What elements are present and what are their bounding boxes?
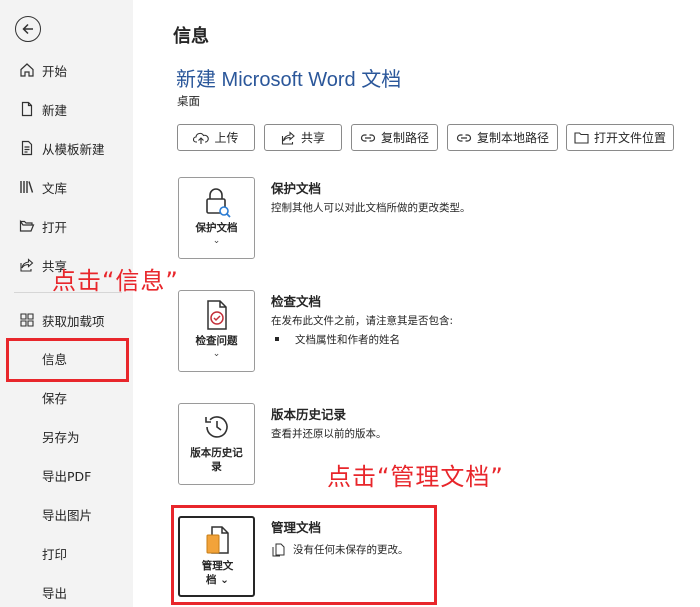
version-history-tile-label-1: 版本历史记 bbox=[190, 447, 243, 459]
copy-path-button[interactable]: 复制路径 bbox=[351, 124, 438, 151]
bullet-marker bbox=[275, 337, 279, 341]
document-title: 新建 Microsoft Word 文档 bbox=[176, 69, 402, 91]
highlight-box-info bbox=[6, 338, 129, 382]
chevron-down-icon: ⌄ bbox=[212, 236, 221, 246]
folder-open-icon bbox=[18, 217, 36, 235]
open-file-location-button[interactable]: 打开文件位置 bbox=[566, 124, 674, 151]
sidebar-item-label: 导出PDF bbox=[42, 468, 92, 484]
protect-document-tile-label: 保护文档 bbox=[195, 222, 238, 234]
protect-document-title: 保护文档 bbox=[271, 181, 322, 196]
sidebar-item-new-from-template[interactable]: 从模板新建 bbox=[0, 130, 133, 166]
sidebar-item-label: 另存为 bbox=[42, 429, 80, 445]
sidebar-item-library[interactable]: 文库 bbox=[0, 169, 133, 205]
check-for-issues-tile-label: 检查问题 bbox=[195, 335, 238, 347]
sidebar-item-get-add-ins[interactable]: 获取加载项 bbox=[0, 302, 133, 338]
copy-local-path-button[interactable]: 复制本地路径 bbox=[447, 124, 558, 151]
highlight-box-manage-document bbox=[171, 505, 437, 605]
sidebar-item-new[interactable]: 新建 bbox=[0, 91, 133, 127]
share-button[interactable]: 共享 bbox=[264, 124, 342, 151]
sidebar-item-home[interactable]: 开始 bbox=[0, 52, 133, 88]
template-icon bbox=[18, 139, 36, 157]
sidebar-item-label: 打开 bbox=[42, 219, 68, 235]
share-icon bbox=[281, 130, 295, 145]
add-ins-icon bbox=[18, 311, 36, 329]
new-document-icon bbox=[18, 100, 36, 118]
sidebar-item-label: 新建 bbox=[42, 102, 68, 118]
upload-button[interactable]: 上传 bbox=[177, 124, 255, 151]
check-for-issues-button[interactable]: 检查问题 ⌄ bbox=[178, 290, 255, 372]
inspect-document-icon bbox=[179, 299, 254, 331]
link-icon bbox=[456, 133, 472, 142]
sidebar-item-label: 开始 bbox=[42, 63, 68, 79]
sidebar-item-label: 文库 bbox=[42, 180, 68, 196]
chevron-down-icon: ⌄ bbox=[212, 349, 221, 359]
annotation-click-info: 点击“信息” bbox=[52, 267, 179, 295]
folder-icon bbox=[574, 132, 589, 144]
document-location: 桌面 bbox=[177, 94, 200, 108]
sidebar-item-save[interactable]: 保存 bbox=[0, 379, 133, 415]
sidebar-item-label: 导出图片 bbox=[42, 507, 93, 523]
sidebar-item-export-pdf[interactable]: 导出PDF bbox=[0, 457, 133, 493]
copy-local-path-label: 复制本地路径 bbox=[476, 131, 549, 145]
sidebar-item-open[interactable]: 打开 bbox=[0, 208, 133, 244]
sidebar-item-export-image[interactable]: 导出图片 bbox=[0, 496, 133, 532]
version-history-title: 版本历史记录 bbox=[271, 407, 347, 422]
lock-icon bbox=[179, 186, 254, 218]
annotation-click-manage: 点击“管理文档” bbox=[327, 463, 504, 491]
protect-document-button[interactable]: 保护文档 ⌄ bbox=[178, 177, 255, 259]
sidebar-item-label: 从模板新建 bbox=[42, 141, 105, 157]
sidebar-item-export[interactable]: 导出 bbox=[0, 574, 133, 607]
open-file-location-label: 打开文件位置 bbox=[593, 131, 666, 145]
sidebar-item-label: 导出 bbox=[42, 585, 68, 601]
page-title: 信息 bbox=[173, 26, 209, 47]
protect-document-description: 控制其他人可以对此文档所做的更改类型。 bbox=[271, 202, 471, 214]
sidebar-item-label: 保存 bbox=[42, 390, 68, 406]
version-history-button[interactable]: 版本历史记 录 bbox=[178, 403, 255, 485]
arrow-left-icon bbox=[22, 23, 33, 35]
sidebar-item-label: 获取加载项 bbox=[42, 313, 105, 329]
inspect-document-description: 在发布此文件之前，请注意其是否包含: bbox=[271, 315, 454, 327]
inspect-document-title: 检查文档 bbox=[271, 294, 322, 309]
library-icon bbox=[18, 178, 36, 196]
share-label: 共享 bbox=[300, 131, 325, 145]
sidebar-item-label: 打印 bbox=[42, 546, 68, 562]
link-icon bbox=[360, 133, 376, 142]
inspect-bullet-item: 文档属性和作者的姓名 bbox=[295, 334, 400, 346]
history-icon bbox=[179, 412, 254, 442]
backstage-sidebar: 开始 新建 从模板新建 文库 打开 共享 获取加载项 信息 保存 另存为 导出P… bbox=[0, 0, 133, 607]
version-history-description: 查看并还原以前的版本。 bbox=[271, 428, 387, 440]
share-icon bbox=[18, 256, 36, 274]
upload-label: 上传 bbox=[214, 131, 239, 145]
sidebar-item-save-as[interactable]: 另存为 bbox=[0, 418, 133, 454]
upload-icon bbox=[193, 132, 210, 144]
home-icon bbox=[18, 61, 36, 79]
version-history-tile-label-2: 录 bbox=[211, 461, 222, 473]
back-button[interactable] bbox=[15, 16, 41, 42]
copy-path-label: 复制路径 bbox=[380, 131, 429, 145]
sidebar-item-print[interactable]: 打印 bbox=[0, 535, 133, 571]
